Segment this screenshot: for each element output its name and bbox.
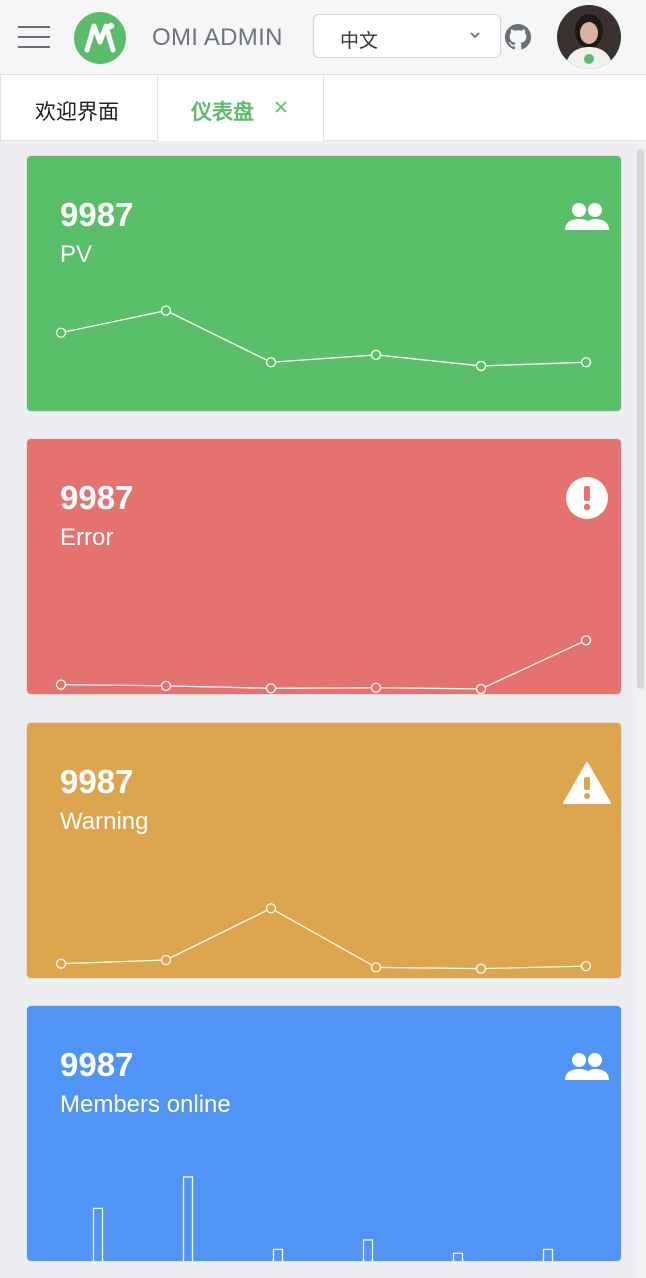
stat-card-members-online: 9987 Members online [27, 1006, 621, 1261]
data-point[interactable] [475, 683, 487, 694]
data-point[interactable] [160, 954, 172, 966]
data-point[interactable] [580, 961, 592, 972]
data-point[interactable] [265, 903, 277, 914]
language-select[interactable]: 中文 [313, 14, 501, 58]
members-bar-chart [92, 1176, 554, 1261]
series-line [60, 907, 587, 970]
bar[interactable] [452, 1252, 464, 1261]
data-point[interactable] [55, 958, 67, 969]
bar[interactable] [92, 1207, 104, 1261]
tab-welcome[interactable]: 欢迎界面 [0, 75, 158, 141]
data-point[interactable] [475, 360, 487, 372]
tab-dashboard[interactable]: 仪表盘 [158, 75, 324, 141]
data-point[interactable] [475, 963, 487, 974]
error-line-chart [55, 635, 592, 694]
stat-card-warning: 9987 Warning [27, 723, 621, 978]
app-title: OMI ADMIN [152, 24, 283, 51]
bar[interactable] [362, 1239, 374, 1261]
tab-bar: 欢迎界面 仪表盘 [0, 75, 646, 141]
hamburger-menu-icon[interactable] [18, 26, 50, 48]
omi-logo[interactable] [74, 12, 126, 64]
close-icon[interactable] [274, 100, 288, 114]
top-header: OMI ADMIN 中文 [0, 0, 646, 75]
stat-card-error: 9987 Error [27, 439, 621, 694]
language-select-value: 中文 [340, 31, 379, 52]
series-line [60, 639, 587, 690]
data-point[interactable] [370, 349, 382, 361]
data-point[interactable] [160, 305, 172, 316]
bar[interactable] [182, 1176, 194, 1261]
user-avatar[interactable] [557, 5, 621, 69]
pv-line-chart [55, 305, 592, 372]
data-point[interactable] [55, 327, 67, 338]
chevron-down-icon [470, 32, 480, 39]
warning-line-chart [55, 903, 592, 974]
tab-dashboard-label: 仪表盘 [191, 101, 254, 124]
data-point[interactable] [265, 683, 277, 694]
data-point[interactable] [160, 680, 172, 692]
bar[interactable] [542, 1248, 554, 1261]
stat-card-pv: 9987 PV [27, 156, 621, 411]
data-point[interactable] [370, 962, 382, 973]
data-point[interactable] [370, 682, 382, 693]
data-point[interactable] [55, 679, 67, 690]
data-point[interactable] [580, 635, 592, 646]
tab-welcome-label: 欢迎界面 [35, 101, 119, 124]
data-point[interactable] [580, 357, 592, 368]
github-icon[interactable] [505, 24, 531, 50]
scrollbar-thumb[interactable] [637, 149, 644, 689]
bar[interactable] [272, 1248, 284, 1261]
data-point[interactable] [265, 357, 277, 368]
scrollbar[interactable] [635, 141, 646, 1278]
series-line [60, 309, 587, 367]
